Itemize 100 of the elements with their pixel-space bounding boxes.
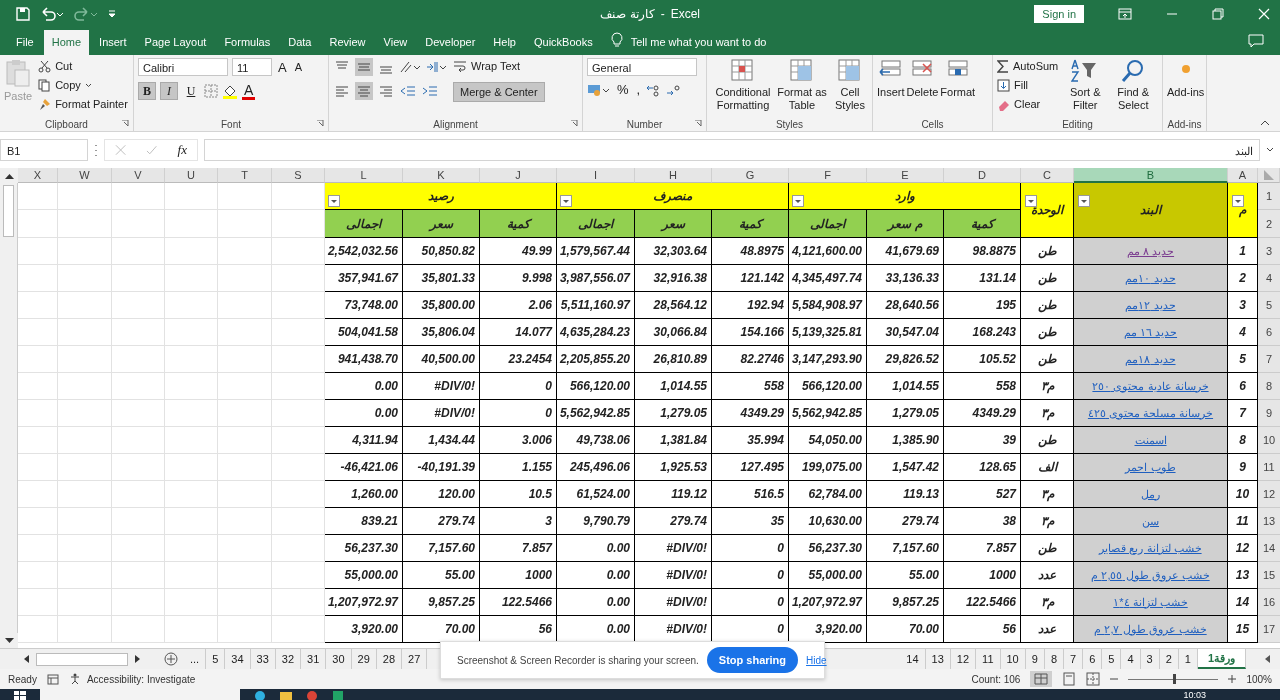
paste-icon[interactable] (5, 58, 32, 88)
ribbon-tab[interactable]: Home (43, 30, 90, 55)
row-number[interactable]: 4 (1258, 265, 1280, 292)
row-number[interactable]: 3 (1258, 238, 1280, 265)
empty-cell[interactable] (58, 210, 112, 238)
empty-cell[interactable] (272, 454, 325, 481)
fill-button[interactable]: Fill (1014, 79, 1029, 91)
empty-cell[interactable] (18, 292, 58, 319)
empty-cell[interactable] (218, 183, 272, 210)
column-header[interactable]: U (165, 168, 218, 183)
wrap-text-button[interactable]: Wrap Text (471, 60, 521, 72)
empty-cell[interactable] (165, 562, 218, 589)
tab-scroll-icon[interactable] (1264, 654, 1272, 664)
empty-cell[interactable] (18, 319, 58, 346)
formula-field[interactable]: البند (204, 139, 1260, 161)
empty-cell[interactable] (58, 400, 112, 427)
number-format-field[interactable]: General (587, 58, 697, 76)
sign-in-button[interactable]: Sign in (1034, 5, 1084, 23)
column-header[interactable]: X (18, 168, 58, 183)
scroll-up-icon[interactable] (4, 172, 14, 179)
ribbon-tab[interactable]: View (375, 30, 416, 55)
middle-align-icon[interactable] (355, 58, 373, 76)
format-painter-button[interactable]: Format Painter (55, 98, 128, 110)
empty-cell[interactable] (112, 265, 165, 292)
empty-cell[interactable] (165, 292, 218, 319)
font-name-field[interactable]: Calibri (138, 58, 228, 76)
empty-cell[interactable] (112, 454, 165, 481)
empty-cell[interactable] (272, 346, 325, 373)
zoom-out-icon[interactable] (1110, 675, 1119, 683)
scroll-right-icon[interactable] (132, 654, 142, 664)
empty-cell[interactable] (272, 319, 325, 346)
tell-me-field[interactable]: Tell me what you want to do (630, 36, 767, 55)
empty-cell[interactable] (112, 183, 165, 210)
item-link-cell[interactable]: طوب احمر (1074, 454, 1228, 481)
copy-icon[interactable] (38, 78, 52, 92)
row-number[interactable]: 17 (1258, 616, 1280, 643)
clear-button[interactable]: Clear (1014, 98, 1041, 110)
enter-icon[interactable] (146, 144, 158, 156)
empty-cell[interactable] (18, 373, 58, 400)
merge-center-button[interactable]: Merge & Center (453, 82, 545, 102)
empty-cell[interactable] (272, 400, 325, 427)
scroll-down-icon[interactable] (4, 637, 14, 644)
empty-cell[interactable] (18, 346, 58, 373)
italic-button[interactable]: I (160, 82, 178, 100)
item-link-cell[interactable]: حديد ٨ مم (1074, 238, 1228, 265)
empty-cell[interactable] (165, 346, 218, 373)
empty-cell[interactable] (18, 427, 58, 454)
column-header[interactable]: T (218, 168, 272, 183)
wrap-text-icon[interactable] (453, 59, 467, 73)
empty-cell[interactable] (58, 535, 112, 562)
cells-button[interactable]: Insert (877, 86, 905, 99)
empty-cell[interactable] (18, 238, 58, 265)
currency-icon[interactable] (587, 82, 611, 97)
item-link-cell[interactable]: حديد ١٢مم (1074, 292, 1228, 319)
column-header[interactable]: V (112, 168, 165, 183)
empty-cell[interactable] (165, 427, 218, 454)
empty-cell[interactable] (272, 616, 325, 643)
empty-cell[interactable] (218, 535, 272, 562)
empty-cell[interactable] (18, 508, 58, 535)
cut-button[interactable]: Cut (55, 60, 73, 72)
filter-dropdown-icon[interactable] (560, 195, 572, 207)
empty-cell[interactable] (218, 427, 272, 454)
row-number[interactable]: 6 (1258, 319, 1280, 346)
start-icon[interactable] (14, 690, 26, 700)
caret-icon[interactable] (84, 82, 92, 88)
empty-cell[interactable] (18, 210, 58, 238)
sort-filter-button[interactable]: Sort & Filter (1064, 86, 1107, 112)
zoom-slider-thumb[interactable] (1173, 673, 1177, 684)
empty-cell[interactable] (18, 183, 58, 210)
font-color-button[interactable]: A (242, 82, 256, 100)
bold-button[interactable]: B (138, 82, 156, 100)
row-number[interactable]: 13 (1258, 508, 1280, 535)
empty-cell[interactable] (272, 508, 325, 535)
empty-cell[interactable] (218, 616, 272, 643)
fill-down-icon[interactable] (997, 78, 1010, 92)
empty-cell[interactable] (165, 535, 218, 562)
filter-dropdown-icon[interactable] (328, 195, 340, 207)
comments-icon[interactable] (1248, 34, 1264, 48)
empty-cell[interactable] (165, 616, 218, 643)
empty-cell[interactable] (112, 319, 165, 346)
shrink-font-button[interactable]: A (292, 61, 304, 73)
row-number[interactable]: 16 (1258, 589, 1280, 616)
empty-cell[interactable] (112, 427, 165, 454)
normal-view-icon[interactable] (1030, 671, 1053, 687)
empty-cell[interactable] (272, 589, 325, 616)
empty-cell[interactable] (272, 427, 325, 454)
macro-icon[interactable] (46, 673, 59, 685)
sigma-icon[interactable] (997, 59, 1009, 73)
empty-cell[interactable] (165, 481, 218, 508)
ribbon-tab[interactable]: Data (280, 30, 320, 55)
item-link-cell[interactable]: اسمنت (1074, 427, 1228, 454)
empty-cell[interactable] (218, 265, 272, 292)
empty-cell[interactable] (218, 589, 272, 616)
empty-cell[interactable] (58, 508, 112, 535)
empty-cell[interactable] (218, 508, 272, 535)
empty-cell[interactable] (165, 508, 218, 535)
text-direction-icon[interactable] (425, 60, 447, 74)
scroll-left-icon[interactable] (22, 654, 32, 664)
ribbon-display-icon[interactable] (1118, 8, 1132, 20)
column-header[interactable]: S (272, 168, 325, 183)
